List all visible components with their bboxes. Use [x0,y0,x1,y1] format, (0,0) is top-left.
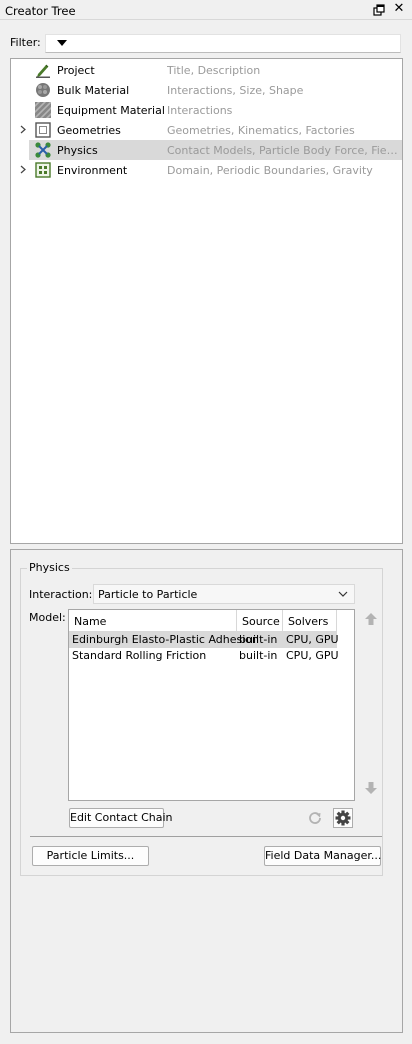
particle-limits-button[interactable]: Particle Limits... [32,846,149,866]
cell-solvers: CPU, GPU [286,649,339,662]
hatched-square-icon [35,102,51,118]
interaction-combo[interactable]: Particle to Particle [93,584,355,604]
dropdown-arrow-icon[interactable] [57,40,67,46]
tree-item-description: Contact Models, Particle Body Force, Fie… [167,144,400,157]
tree-item-description: Geometries, Kinematics, Factories [167,124,355,137]
tree-item-description: Domain, Periodic Boundaries, Gravity [167,164,373,177]
model-table[interactable]: Name Source Solvers Edinburgh Elasto-Pla… [68,609,355,801]
tree-item-label: Bulk Material [57,84,130,97]
tree-item-description: Title, Description [167,64,261,77]
tree-item-physics[interactable]: Physics Contact Models, Particle Body Fo… [29,140,402,160]
tree-item-geometries[interactable]: Geometries Geometries, Kinematics, Facto… [11,120,402,140]
cell-name: Edinburgh Elasto-Plastic Adhesion [72,633,260,646]
physics-panel: Physics Interaction: Particle to Particl… [10,549,403,1033]
edit-contact-chain-button[interactable]: Edit Contact Chain [69,808,173,828]
cell-source: built-in [239,649,278,662]
physics-contacts-icon [35,142,51,158]
table-row[interactable]: Standard Rolling Friction built-in CPU, … [69,648,339,664]
cell-solvers: CPU, GPU [286,633,339,646]
settings-gear-icon[interactable] [333,808,353,828]
tree-item-bulk-material[interactable]: Bulk Material Interactions, Size, Shape [11,80,402,100]
tree-item-label: Physics [57,144,98,157]
interaction-value: Particle to Particle [98,588,198,601]
separator [30,836,382,837]
group-title: Physics [27,561,72,574]
refresh-icon[interactable] [305,808,325,828]
environment-domain-icon [35,162,51,178]
tree-item-label: Geometries [57,124,121,137]
tree-item-label: Environment [57,164,128,177]
column-header-name[interactable]: Name [69,610,237,632]
tree-item-description: Interactions, Size, Shape [167,84,304,97]
column-header-solvers[interactable]: Solvers [283,610,337,632]
window-title: Creator Tree [5,4,76,18]
move-up-icon[interactable] [362,610,380,628]
field-data-manager-button[interactable]: Field Data Manager... [264,846,381,866]
column-header-source[interactable]: Source [237,610,283,632]
tree-item-label: Project [57,64,95,77]
close-icon[interactable]: ✕ [393,2,405,15]
table-row[interactable]: Edinburgh Elasto-Plastic Adhesion built-… [69,632,339,648]
model-label: Model: [29,611,66,624]
float-window-icon[interactable] [373,4,385,16]
particle-sphere-icon [36,83,50,97]
title-bar: Creator Tree ✕ [0,0,412,20]
chevron-down-icon[interactable] [338,589,348,599]
chevron-right-icon[interactable] [19,125,27,134]
filter-combo[interactable] [45,34,401,53]
cell-source: built-in [239,633,278,646]
tree-item-project[interactable]: Project Title, Description [11,60,402,80]
move-down-icon[interactable] [362,779,380,797]
creator-tree[interactable]: Project Title, Description Bulk Material… [10,58,403,544]
pencil-icon [36,64,50,78]
tree-item-environment[interactable]: Environment Domain, Periodic Boundaries,… [11,160,402,180]
geometry-box-icon [35,122,51,138]
cell-name: Standard Rolling Friction [72,649,207,662]
interaction-label: Interaction: [29,588,93,601]
chevron-right-icon[interactable] [19,165,27,174]
filter-row: Filter: [0,32,412,54]
tree-item-label: Equipment Material [57,104,165,117]
tree-item-description: Interactions [167,104,233,117]
filter-label: Filter: [10,36,41,49]
tree-item-equipment-material[interactable]: Equipment Material Interactions [11,100,402,120]
